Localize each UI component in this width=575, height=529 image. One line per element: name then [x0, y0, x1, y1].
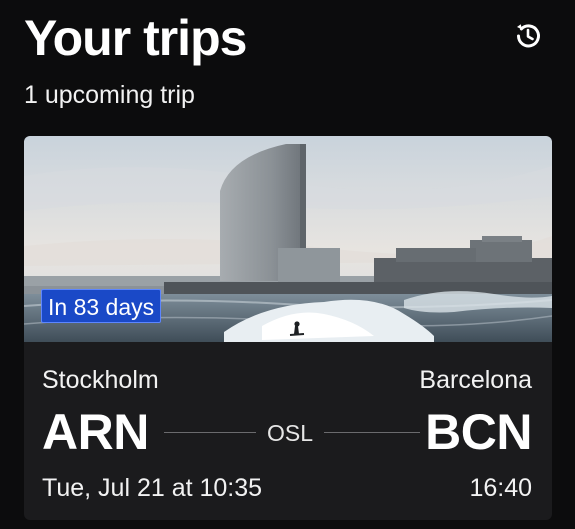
arrival-time: 16:40 [469, 474, 532, 502]
flight-summary: Stockholm Barcelona ARN OSL BCN Tue, Jul… [24, 342, 552, 520]
days-until-trip-badge: In 83 days [41, 289, 162, 323]
page-title: Your trips [24, 10, 247, 66]
history-button[interactable] [508, 16, 548, 56]
destination-city: Barcelona [419, 366, 532, 394]
departure-time: Tue, Jul 21 at 10:35 [42, 474, 263, 502]
trip-card[interactable]: In 83 days Stockholm Barcelona ARN OSL B… [24, 136, 552, 520]
route-line [164, 432, 256, 433]
destination-airport-code: BCN [425, 404, 532, 460]
stopover-airport-code: OSL [266, 420, 314, 446]
origin-airport-code: ARN [42, 404, 149, 460]
history-icon [517, 24, 540, 48]
route-line [324, 432, 420, 433]
upcoming-trip-count: 1 upcoming trip [24, 81, 195, 109]
origin-city: Stockholm [42, 366, 159, 394]
